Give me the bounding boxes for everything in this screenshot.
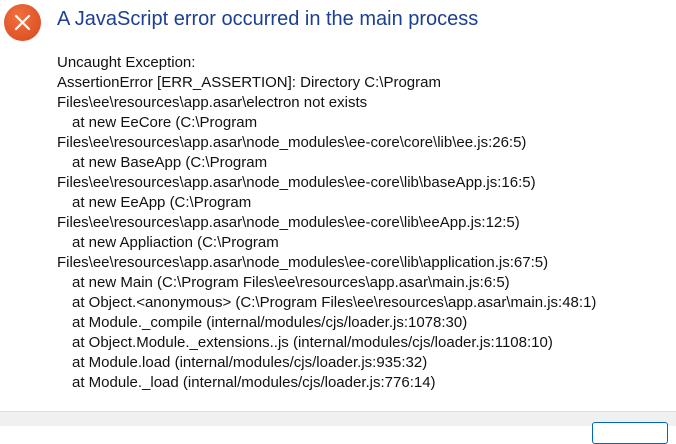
- error-text-line: Uncaught Exception:: [57, 54, 196, 71]
- stack-frame-line: at Object.<anonymous> (C:\Program Files\…: [72, 294, 597, 311]
- ok-button[interactable]: [592, 422, 668, 444]
- dialog-footer: [0, 411, 676, 426]
- error-text-line: Files\ee\resources\app.asar\node_modules…: [57, 174, 536, 191]
- error-text-line: Files\ee\resources\app.asar\node_modules…: [57, 254, 549, 271]
- stack-frame-line: at Module._compile (internal/modules/cjs…: [72, 314, 468, 331]
- stack-frame-line: at new Appliaction (C:\Program: [72, 234, 279, 251]
- error-message: Uncaught Exception: AssertionError [ERR_A…: [57, 53, 596, 393]
- error-text-line: Files\ee\resources\app.asar\node_modules…: [57, 214, 520, 231]
- stack-frame-line: at new EeApp (C:\Program: [72, 194, 252, 211]
- stack-frame-line: at new BaseApp (C:\Program: [72, 154, 268, 171]
- stack-frame-line: at Module.load (internal/modules/cjs/loa…: [72, 354, 428, 371]
- error-text-line: Files\ee\resources\app.asar\electron not…: [57, 94, 368, 111]
- error-text-line: AssertionError [ERR_ASSERTION]: Director…: [57, 74, 441, 91]
- error-text-line: Files\ee\resources\app.asar\node_modules…: [57, 134, 527, 151]
- error-icon: [4, 4, 41, 41]
- dialog-title: A JavaScript error occurred in the main …: [57, 8, 479, 30]
- stack-frame-line: at Object.Module._extensions..js (intern…: [72, 334, 553, 351]
- stack-frame-line: at new EeCore (C:\Program: [72, 114, 258, 131]
- stack-frame-line: at Module._load (internal/modules/cjs/lo…: [72, 374, 436, 391]
- stack-frame-line: at new Main (C:\Program Files\ee\resourc…: [72, 274, 510, 291]
